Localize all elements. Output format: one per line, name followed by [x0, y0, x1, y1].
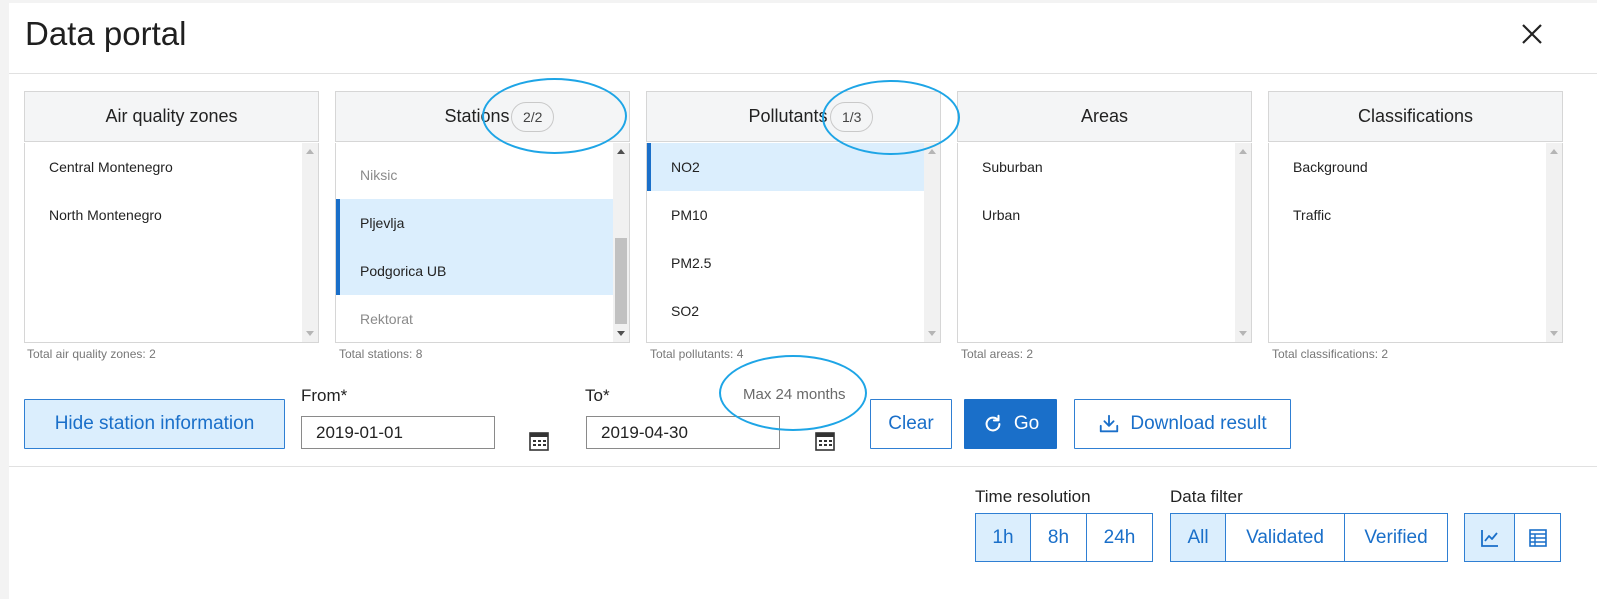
- time-resolution-toggle: 1h 8h 24h: [975, 513, 1153, 562]
- scroll-down-icon[interactable]: [1550, 331, 1558, 336]
- hide-station-info-button[interactable]: Hide station information: [24, 399, 285, 449]
- zones-title: Air quality zones: [105, 106, 238, 126]
- zones-scrollbar[interactable]: [302, 143, 318, 342]
- list-item[interactable]: PM2.5: [647, 239, 924, 287]
- list-item[interactable]: Niksic: [336, 151, 613, 199]
- scroll-down-icon[interactable]: [306, 331, 314, 336]
- scroll-up-icon[interactable]: [306, 149, 314, 154]
- list-item[interactable]: PM10: [647, 191, 924, 239]
- scroll-up-icon[interactable]: [1239, 149, 1247, 154]
- pollutants-scrollbar[interactable]: [924, 143, 940, 342]
- data-filter-toggle: All Validated Verified: [1170, 513, 1448, 562]
- classifications-header: Classifications: [1268, 91, 1563, 142]
- areas-total: Total areas: 2: [961, 347, 1034, 361]
- zones-total: Total air quality zones: 2: [27, 347, 156, 361]
- download-label: Download result: [1130, 413, 1267, 434]
- classifications-title: Classifications: [1357, 106, 1474, 126]
- areas-title: Areas: [1080, 106, 1129, 126]
- page-title: Data portal: [25, 15, 187, 52]
- list-item[interactable]: Background: [1269, 143, 1546, 191]
- scroll-up-icon[interactable]: [1550, 149, 1558, 154]
- areas-scrollbar[interactable]: [1235, 143, 1251, 342]
- hide-station-info-label: Hide station information: [54, 413, 255, 434]
- list-item-selected[interactable]: Podgorica UB: [336, 247, 613, 295]
- data-filter-validated[interactable]: Validated: [1225, 514, 1344, 561]
- zones-panel: Air quality zones Central Montenegro Nor…: [24, 91, 319, 343]
- clear-button[interactable]: Clear: [870, 399, 952, 449]
- scrollbar-thumb[interactable]: [615, 238, 627, 324]
- stations-count-badge: 2/2: [511, 102, 555, 132]
- to-label: To*: [585, 386, 610, 405]
- list-item[interactable]: North Montenegro: [25, 191, 302, 239]
- table-icon: [1528, 528, 1547, 547]
- max-range-hint: Max 24 months: [743, 386, 846, 403]
- stations-header: Stations *: [335, 91, 630, 142]
- chart-icon: [1480, 529, 1498, 547]
- controls-divider: [9, 466, 1597, 467]
- scroll-down-icon[interactable]: [617, 331, 625, 336]
- data-portal-window: Data portal Air quality zones Central Mo…: [9, 3, 1597, 599]
- classifications-total: Total classifications: 2: [1272, 347, 1389, 361]
- data-filter-label: Data filter: [1170, 487, 1243, 506]
- go-label: Go: [1013, 413, 1040, 434]
- to-date-input[interactable]: 2019-04-30: [586, 416, 780, 449]
- list-item[interactable]: Central Montenegro: [25, 143, 302, 191]
- time-resolution-1h[interactable]: 1h: [976, 514, 1030, 561]
- time-resolution-8h[interactable]: 8h: [1030, 514, 1086, 561]
- list-item-selected[interactable]: Pljevlja: [336, 199, 613, 247]
- scroll-down-icon[interactable]: [1239, 331, 1247, 336]
- areas-list-box: Suburban Urban: [957, 143, 1252, 343]
- list-item[interactable]: Suburban: [958, 143, 1235, 191]
- stations-list-box: Niksic Pljevlja Podgorica UB Rektorat: [335, 143, 630, 343]
- list-item[interactable]: Rektorat: [336, 295, 613, 342]
- zones-header: Air quality zones: [24, 91, 319, 142]
- download-icon: [1100, 414, 1119, 433]
- classifications-list-box: Background Traffic: [1268, 143, 1563, 343]
- pollutants-total: Total pollutants: 4: [650, 347, 744, 361]
- areas-panel: Areas Suburban Urban: [957, 91, 1252, 343]
- list-item-selected[interactable]: NO2: [647, 143, 924, 191]
- close-icon[interactable]: [1519, 21, 1545, 47]
- pollutants-list-box: NO2 PM10 PM2.5 SO2: [646, 143, 941, 343]
- time-resolution-label: Time resolution: [975, 487, 1091, 506]
- table-view-button[interactable]: [1514, 514, 1560, 561]
- header-divider: [9, 73, 1597, 74]
- refresh-icon: [985, 414, 1001, 432]
- list-item[interactable]: SO2: [647, 287, 924, 335]
- list-item[interactable]: Traffic: [1269, 191, 1546, 239]
- from-label: From*: [301, 386, 348, 405]
- stations-panel: Stations * 2/2 Niksic Pljevlja Podgorica…: [335, 91, 630, 343]
- from-date-input[interactable]: 2019-01-01: [301, 416, 495, 449]
- pollutants-panel: Pollutants * 1/3 NO2 PM10 PM2.5 SO2: [646, 91, 941, 343]
- download-result-button[interactable]: Download result: [1074, 399, 1291, 449]
- list-item[interactable]: Urban: [958, 191, 1235, 239]
- stations-title: Stations: [444, 106, 510, 126]
- pollutants-header: Pollutants *: [646, 91, 941, 142]
- chart-view-button[interactable]: [1465, 514, 1514, 561]
- stations-scrollbar[interactable]: [613, 143, 629, 342]
- classifications-panel: Classifications Background Traffic: [1268, 91, 1563, 343]
- clear-label: Clear: [888, 413, 934, 434]
- scroll-up-icon[interactable]: [928, 149, 936, 154]
- classifications-scrollbar[interactable]: [1546, 143, 1562, 342]
- areas-header: Areas: [957, 91, 1252, 142]
- scroll-up-icon[interactable]: [617, 149, 625, 154]
- time-resolution-24h[interactable]: 24h: [1086, 514, 1152, 561]
- zones-list-box: Central Montenegro North Montenegro: [24, 143, 319, 343]
- stations-total: Total stations: 8: [339, 347, 423, 361]
- view-toggle: [1464, 513, 1561, 562]
- scroll-down-icon[interactable]: [928, 331, 936, 336]
- calendar-icon[interactable]: [529, 431, 549, 451]
- calendar-icon[interactable]: [815, 431, 835, 451]
- go-button[interactable]: Go: [964, 399, 1057, 449]
- data-filter-verified[interactable]: Verified: [1344, 514, 1447, 561]
- pollutants-count-badge: 1/3: [830, 102, 874, 132]
- pollutants-title: Pollutants: [748, 106, 828, 126]
- data-filter-all[interactable]: All: [1171, 514, 1225, 561]
